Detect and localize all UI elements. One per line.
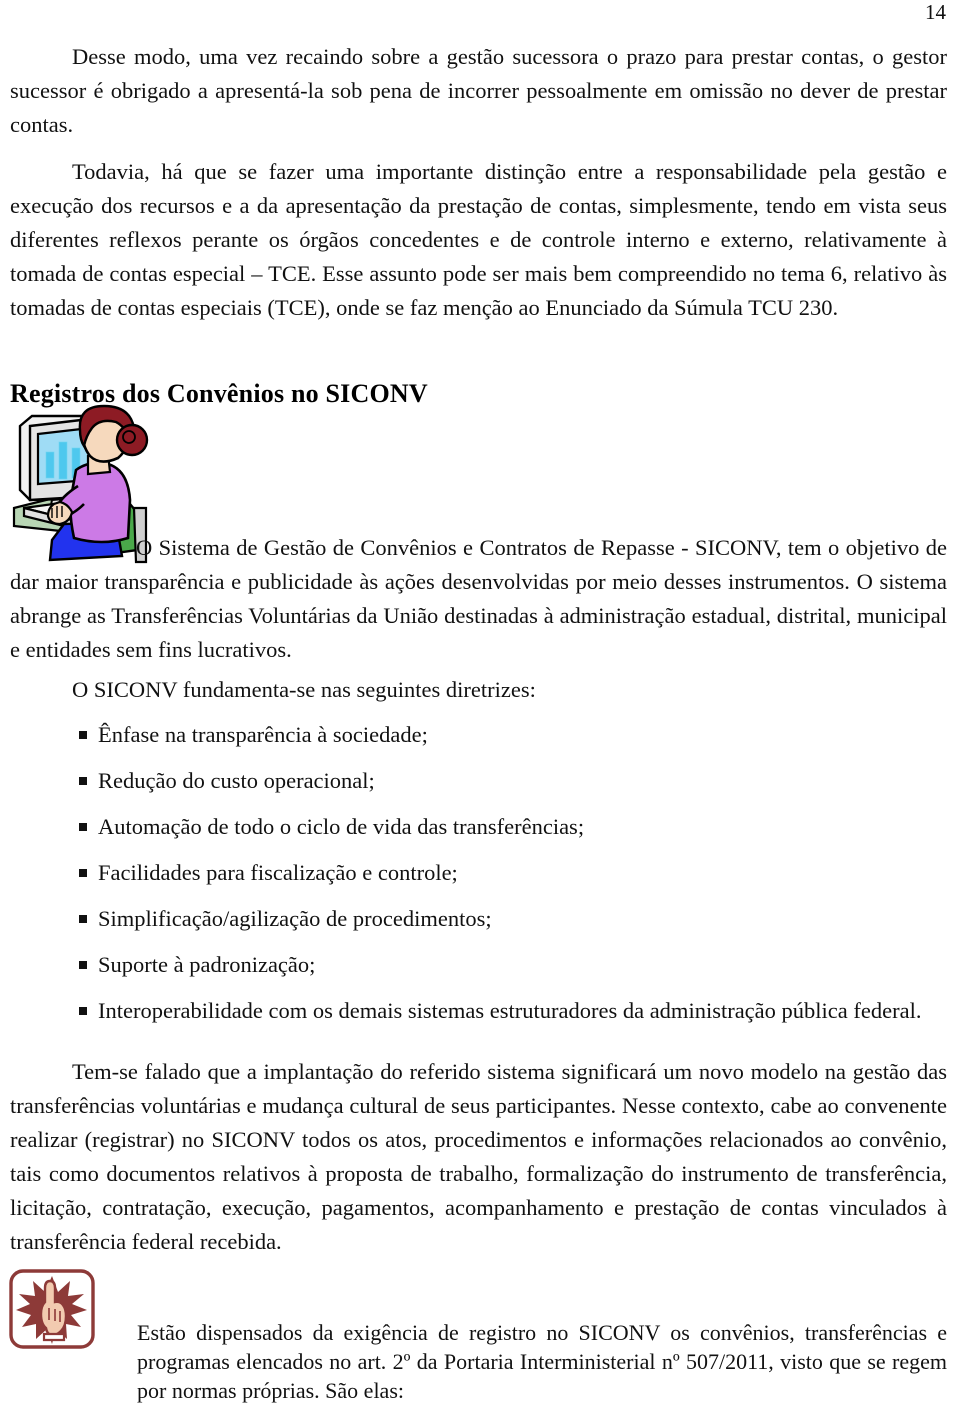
illustration-text-wrap-spacer: [10, 531, 136, 565]
square-bullet-icon: [79, 1007, 87, 1015]
paragraph-block-6: Estão dispensados da exigência de regist…: [137, 1318, 947, 1405]
list-item-label: Automação de todo o ciclo de vida das tr…: [98, 814, 585, 839]
paragraph-block-2: Todavia, há que se fazer uma importante …: [10, 155, 947, 325]
page-number: 14: [925, 0, 946, 24]
paragraph-gestao-sucessora: Desse modo, uma vez recaindo sobre a ges…: [10, 44, 947, 137]
list-item-label: Interoperabilidade com os demais sistema…: [98, 998, 922, 1023]
list-item: Facilidades para fiscalização e controle…: [10, 858, 947, 904]
square-bullet-icon: [79, 777, 87, 785]
list-item-label: Redução do custo operacional;: [98, 768, 375, 793]
square-bullet-icon: [79, 823, 87, 831]
paragraph-diretrizes-intro: O SICONV fundamenta-se nas seguintes dir…: [72, 677, 536, 702]
list-item: Redução do custo operacional;: [10, 766, 947, 812]
square-bullet-icon: [79, 915, 87, 923]
paragraph-sistema-gestao-convenios: O Sistema de Gestão de Convênios e Contr…: [10, 535, 947, 662]
list-item: Suporte à padronização;: [10, 950, 947, 996]
paragraph-block-3: O Sistema de Gestão de Convênios e Contr…: [10, 531, 947, 667]
square-bullet-icon: [79, 961, 87, 969]
paragraph-block-4: O SICONV fundamenta-se nas seguintes dir…: [10, 673, 947, 707]
paragraph-distincao-responsabilidade: Todavia, há que se fazer uma importante …: [10, 159, 947, 320]
list-item-label: Suporte à padronização;: [98, 952, 316, 977]
paragraph-dispensa-registro: Estão dispensados da exigência de regist…: [137, 1320, 947, 1403]
list-item-label: Facilidades para fiscalização e controle…: [98, 860, 458, 885]
paragraph-block-5: Tem-se falado que a implantação do refer…: [10, 1055, 947, 1259]
list-item: Interoperabilidade com os demais sistema…: [10, 996, 947, 1042]
document-page: 14 Desse modo, uma vez recaindo sobre a …: [0, 0, 960, 1403]
square-bullet-icon: [79, 869, 87, 877]
list-item: Simplificação/agilização de procedimento…: [10, 904, 947, 950]
diretrizes-bullet-list: Ênfase na transparência à sociedade; Red…: [10, 720, 947, 1042]
list-item-label: Simplificação/agilização de procedimento…: [98, 906, 492, 931]
pointing-hand-attention-icon: [8, 1268, 96, 1350]
paragraph-implantacao-sistema: Tem-se falado que a implantação do refer…: [10, 1059, 947, 1254]
list-item-label: Ênfase na transparência à sociedade;: [98, 722, 428, 747]
square-bullet-icon: [79, 731, 87, 739]
paragraph-block-1: Desse modo, uma vez recaindo sobre a ges…: [10, 40, 947, 142]
list-item: Automação de todo o ciclo de vida das tr…: [10, 812, 947, 858]
list-item: Ênfase na transparência à sociedade;: [10, 720, 947, 766]
